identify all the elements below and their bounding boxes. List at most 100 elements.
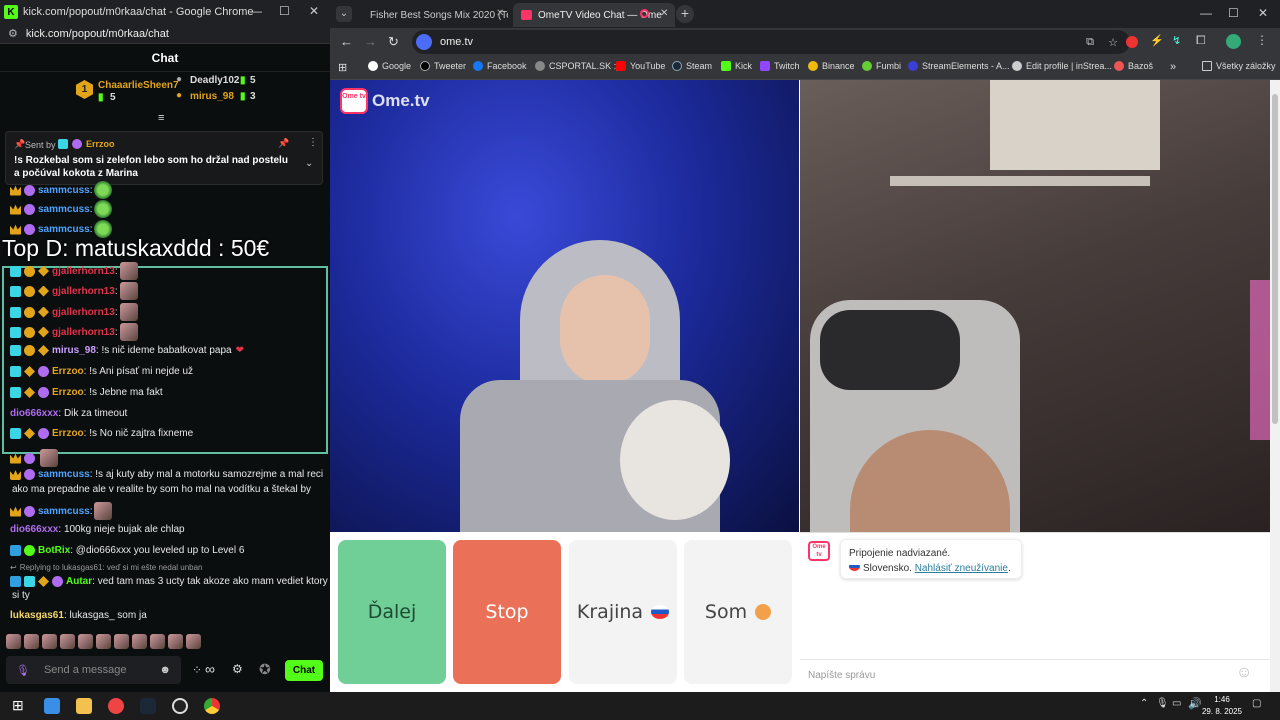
bookmark-facebook[interactable]: Facebook: [473, 61, 527, 71]
taskbar-app-icon[interactable]: [44, 698, 60, 714]
bookmark-google[interactable]: Google: [368, 61, 411, 71]
emote-icon[interactable]: [78, 634, 93, 649]
chat-username[interactable]: sammcuss: [38, 224, 90, 235]
maximize-icon[interactable]: ☐: [1228, 6, 1239, 20]
leader-3-name[interactable]: mirus_98: [190, 91, 234, 102]
chat-username[interactable]: BotRix: [38, 545, 70, 556]
emote-icon[interactable]: [6, 634, 21, 649]
next-button[interactable]: Ďalej: [338, 540, 446, 684]
send-chat-button[interactable]: Chat: [285, 660, 323, 681]
tab-close-icon[interactable]: ✕: [496, 8, 504, 19]
settings-gear-icon[interactable]: ⚙: [232, 662, 243, 676]
all-bookmarks[interactable]: Všetky záložky: [1202, 61, 1276, 71]
chat-username[interactable]: Autar: [66, 576, 92, 587]
bookmark-bazos[interactable]: Bazoš: [1114, 61, 1153, 71]
bookmark-tweeter[interactable]: Tweeter: [420, 61, 466, 71]
microphone-icon[interactable]: 🎙: [1156, 698, 1169, 709]
reload-icon[interactable]: ↻: [388, 34, 399, 50]
bookmark-csportal[interactable]: CSPORTAL.SK :): [535, 61, 619, 71]
emote-icon[interactable]: [186, 634, 201, 649]
stop-button[interactable]: Stop: [453, 540, 561, 684]
page-scrollbar[interactable]: [1270, 80, 1280, 692]
extension-icon[interactable]: ↯: [1172, 34, 1181, 47]
collapse-leaderboard-icon[interactable]: ≡: [158, 112, 164, 124]
tray-chevron-icon[interactable]: ⌃: [1140, 698, 1148, 709]
chat-input-area[interactable]: Napíšte správu ☺: [800, 659, 1270, 693]
bookmark-youtube[interactable]: YouTube: [616, 61, 665, 71]
bookmark-star-icon[interactable]: ☆: [1108, 36, 1118, 49]
bookmark-fumbi[interactable]: Fumbi: [862, 61, 901, 71]
points-icon[interactable]: ⁘: [192, 663, 202, 677]
chat-username[interactable]: Errzoo: [52, 428, 84, 439]
emote-icon[interactable]: [60, 634, 75, 649]
close-icon[interactable]: ✕: [309, 4, 319, 18]
extension-icon[interactable]: [1126, 36, 1138, 48]
leader-2-name[interactable]: Deadly102: [190, 75, 239, 86]
menu-icon[interactable]: ⋮: [1256, 33, 1268, 47]
network-icon[interactable]: ▭: [1172, 698, 1181, 709]
emoji-icon[interactable]: ☻: [159, 664, 171, 676]
kick-url-bar[interactable]: ⚙ kick.com/popout/m0rkaa/chat: [0, 24, 330, 44]
chat-username[interactable]: gjallerhorn13: [52, 286, 115, 297]
chat-username[interactable]: lukasgas61: [10, 610, 64, 621]
site-info-icon[interactable]: [416, 34, 432, 50]
chat-username[interactable]: Errzoo: [52, 366, 84, 377]
bookmark-instream[interactable]: Edit profile | inStrea...: [1012, 61, 1112, 71]
microphone-icon[interactable]: 🎙: [16, 664, 30, 677]
chevron-down-icon[interactable]: ⌄: [305, 158, 313, 169]
chrome-profile-icon[interactable]: [108, 698, 124, 714]
emoji-icon[interactable]: ☺: [1236, 664, 1252, 682]
emote-icon[interactable]: [114, 634, 129, 649]
chat-username[interactable]: gjallerhorn13: [52, 266, 115, 277]
tab-close-icon[interactable]: ✕: [660, 8, 668, 19]
cast-icon[interactable]: ⧉: [1086, 36, 1094, 49]
unpin-icon[interactable]: 📌: [278, 138, 289, 149]
emote-icon[interactable]: [42, 634, 57, 649]
address-bar[interactable]: ome.tv ⧉ ☆: [412, 30, 1130, 54]
bookmark-steam[interactable]: Steam: [672, 61, 712, 71]
chat-username[interactable]: dio666xxx: [10, 408, 58, 419]
chat-username[interactable]: gjallerhorn13: [52, 307, 115, 318]
forward-arrow-icon[interactable]: →: [364, 34, 377, 49]
close-icon[interactable]: ✕: [1258, 6, 1268, 20]
obs-icon[interactable]: [172, 698, 188, 714]
scrollbar-thumb[interactable]: [1272, 94, 1278, 424]
new-tab-icon[interactable]: +: [676, 5, 694, 23]
chat-username[interactable]: Errzoo: [52, 387, 84, 398]
bookmark-streamelements[interactable]: StreamElements - A...: [908, 61, 1010, 71]
chat-username[interactable]: dio666xxx: [10, 524, 58, 535]
start-windows-icon[interactable]: ⊞: [12, 697, 24, 714]
chat-username[interactable]: mirus_98: [52, 345, 96, 356]
minimize-icon[interactable]: —: [250, 4, 262, 18]
apps-grid-icon[interactable]: ⊞: [338, 61, 347, 74]
tab-search-icon[interactable]: ⌄: [336, 6, 352, 22]
chat-username[interactable]: sammcuss: [38, 185, 90, 196]
file-explorer-icon[interactable]: [76, 698, 92, 714]
chat-username[interactable]: sammcuss: [38, 506, 90, 517]
leader-1-name[interactable]: ChaaarlieSheen7: [98, 80, 179, 91]
pinned-sender[interactable]: Errzoo: [86, 139, 115, 149]
extensions-puzzle-icon[interactable]: ⧠: [1196, 33, 1206, 48]
emote-icon[interactable]: [96, 634, 111, 649]
emote-icon[interactable]: [168, 634, 183, 649]
tab-ometv[interactable]: OmeTV Video Chat — Ome: [513, 3, 675, 27]
bookmark-twitch[interactable]: Twitch: [760, 61, 800, 71]
more-options-icon[interactable]: ⋮: [308, 137, 318, 148]
clock-time[interactable]: 1:46: [1200, 695, 1244, 704]
emote-icon[interactable]: [24, 634, 39, 649]
avatar[interactable]: [1226, 34, 1241, 49]
steam-icon[interactable]: [140, 698, 156, 714]
tab-youtube[interactable]: Fisher Best Songs Mix 2020 (Te: [356, 3, 508, 27]
bookmark-kick[interactable]: Kick: [721, 61, 752, 71]
chat-username[interactable]: gjallerhorn13: [52, 327, 115, 338]
back-arrow-icon[interactable]: ←: [340, 34, 353, 49]
emote-icon[interactable]: [132, 634, 147, 649]
rewards-icon[interactable]: ✪: [259, 661, 271, 678]
chat-username[interactable]: sammcuss: [38, 204, 90, 215]
reply-context[interactable]: ↩ Replying to lukasgas61: veď si mi ešte …: [10, 563, 203, 572]
clock-date[interactable]: 29. 8. 2025: [1200, 707, 1244, 716]
chrome-icon[interactable]: [204, 698, 220, 714]
country-button[interactable]: Krajina: [569, 540, 677, 684]
maximize-icon[interactable]: ☐: [279, 4, 290, 18]
minimize-icon[interactable]: —: [1200, 6, 1212, 20]
